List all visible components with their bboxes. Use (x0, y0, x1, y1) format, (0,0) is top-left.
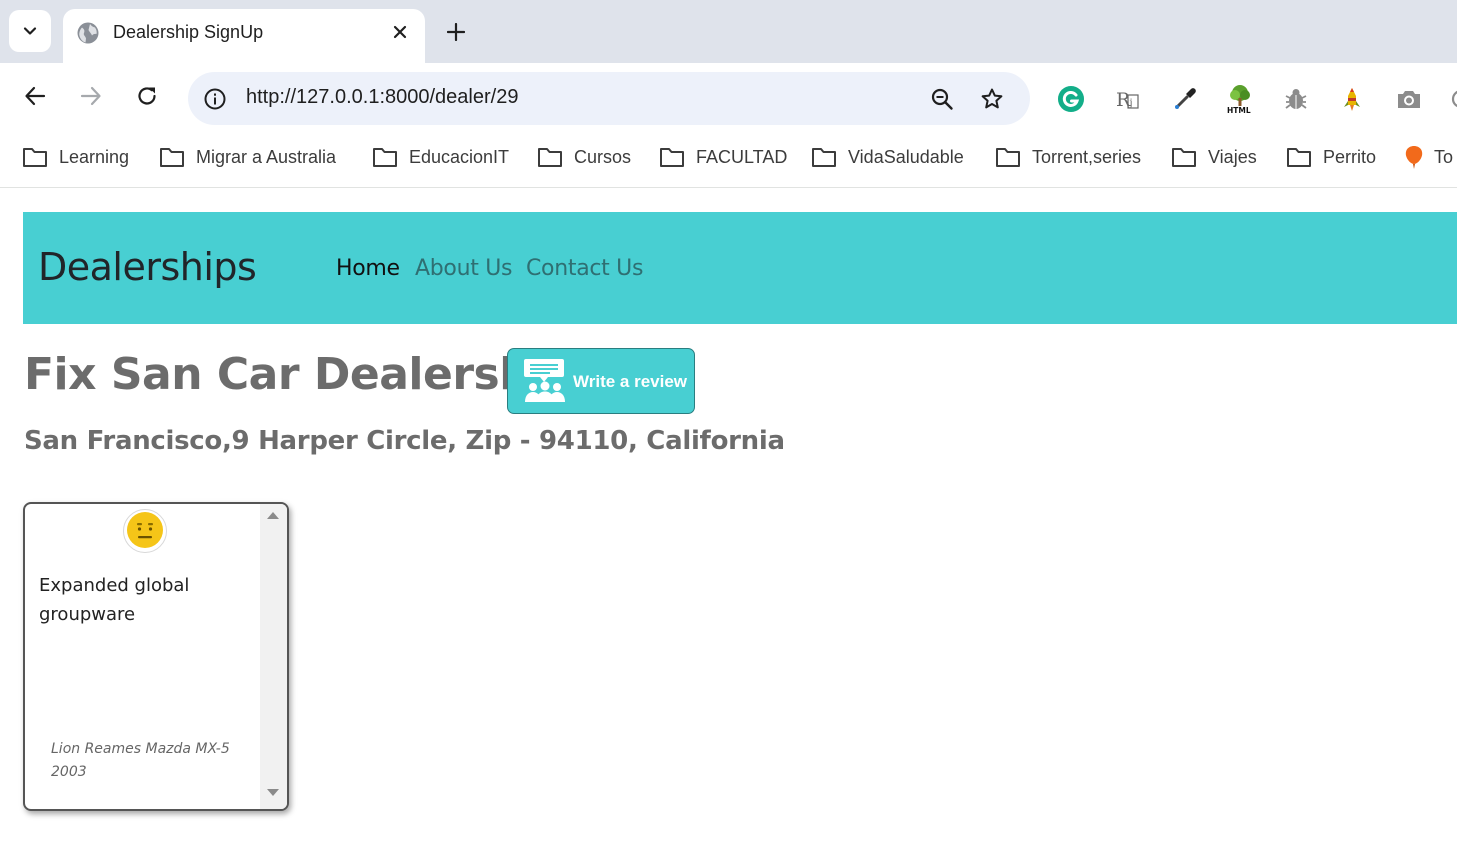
svg-text:j: j (1129, 98, 1133, 109)
bookmark-facultad[interactable]: FACULTAD (659, 143, 787, 171)
folder-icon (23, 148, 47, 167)
page-viewport: Dealerships Home About Us Contact Us Fix… (0, 189, 1457, 854)
close-icon (393, 25, 407, 39)
tab-strip: Dealership SignUp (0, 0, 1457, 63)
circle-icon (1451, 90, 1457, 108)
bookmark-label: Viajes (1208, 146, 1257, 167)
bookmark-viajes[interactable]: Viajes (1171, 143, 1257, 171)
review-text: Expanded global groupware (39, 575, 190, 625)
nav-link-contact-us[interactable]: Contact Us (526, 256, 643, 281)
extension-overflow[interactable] (1446, 84, 1457, 114)
bookmark-label: Learning (59, 146, 130, 167)
bookmark-label: Cursos (574, 146, 632, 167)
site-navbar: Dealerships Home About Us Contact Us (23, 212, 1457, 324)
camera-icon (1398, 91, 1420, 108)
review-people-icon (524, 359, 565, 402)
star-icon (981, 88, 1003, 109)
bookmark-vidasaludable[interactable]: VidaSaludable (811, 143, 964, 171)
back-arrow-icon (25, 86, 46, 106)
html-tree-icon: HTML (1227, 85, 1251, 114)
browser-toolbar: http://127.0.0.1:8000/dealer/29 Rj HTML (0, 63, 1457, 127)
write-review-label: Write a review (573, 372, 688, 391)
tab-search-button[interactable] (9, 10, 51, 52)
address-bar[interactable]: http://127.0.0.1:8000/dealer/29 (188, 72, 1030, 125)
write-review-button[interactable]: Write a review (507, 348, 695, 414)
info-icon (204, 88, 226, 110)
tab-title: Dealership SignUp (113, 22, 264, 42)
new-tab-button[interactable] (441, 17, 471, 47)
review-card: Expanded global groupware Lion Reames Ma… (23, 502, 289, 811)
chevron-down-icon (23, 27, 37, 35)
rocket-extension[interactable] (1337, 84, 1367, 114)
svg-text:HTML: HTML (1227, 106, 1251, 114)
navbar-brand[interactable]: Dealerships (38, 245, 257, 289)
bug-extension[interactable] (1281, 84, 1311, 114)
neutral-face-icon (123, 509, 167, 553)
review-author-car: Lion Reames Mazda MX-5 2003 (51, 741, 230, 780)
folder-icon (373, 148, 397, 167)
scroll-down-arrow-icon[interactable] (267, 789, 279, 796)
dealer-address: San Francisco,9 Harper Circle, Zip - 941… (24, 426, 785, 456)
reload-icon (138, 87, 156, 105)
eyedropper-icon (1175, 88, 1196, 109)
bookmark-label: Migrar a Australia (196, 146, 337, 167)
camera-extension[interactable] (1394, 84, 1424, 114)
eyedropper-extension[interactable] (1170, 84, 1200, 114)
html-extension[interactable]: HTML (1225, 84, 1255, 114)
bookmark-torrent-series[interactable]: Torrent,series (995, 143, 1141, 171)
bookmark-perrito[interactable]: Perrito (1286, 143, 1376, 171)
tab-close-button[interactable] (387, 19, 413, 45)
folder-icon (1172, 148, 1196, 167)
dealer-name: Fix San Car Dealership (24, 349, 576, 400)
bookmark-label: To (1434, 146, 1454, 167)
bookmark-learning[interactable]: Learning (22, 143, 129, 171)
folder-icon (996, 148, 1020, 167)
bookmark-migrar-a-australia[interactable]: Migrar a Australia (159, 143, 336, 171)
forward-button[interactable] (76, 81, 106, 111)
nav-link-about-us[interactable]: About Us (415, 256, 513, 281)
grammarly-icon (1058, 86, 1084, 112)
folder-icon (1287, 148, 1311, 167)
bookmark-cursos[interactable]: Cursos (537, 143, 631, 171)
scroll-up-arrow-icon[interactable] (267, 512, 279, 519)
site-info-button[interactable] (202, 86, 228, 112)
folder-icon (538, 148, 562, 167)
nav-link-home[interactable]: Home (336, 256, 400, 281)
zoom-out-icon (931, 88, 953, 110)
bookmark-label: Torrent,series (1032, 146, 1142, 167)
zoom-button[interactable] (928, 85, 956, 113)
bookmark-label: Perrito (1323, 146, 1377, 167)
review-scrollbar[interactable] (260, 504, 287, 809)
folder-icon (160, 148, 184, 167)
globe-icon (77, 22, 99, 44)
grammarly-extension[interactable] (1056, 84, 1086, 114)
bookmark-label: VidaSaludable (848, 146, 964, 167)
bookmark-educacionit[interactable]: EducacionIT (372, 143, 509, 171)
reload-button[interactable] (132, 81, 162, 111)
forward-arrow-icon (80, 86, 101, 106)
folder-icon (812, 148, 836, 167)
bookmark-to[interactable]: To (1402, 143, 1453, 171)
browser-tab[interactable]: Dealership SignUp (63, 9, 425, 63)
balloon-icon (1405, 146, 1423, 169)
bookmark-star-button[interactable] (978, 85, 1006, 113)
bookmark-label: EducacionIT (409, 146, 510, 167)
bookmark-label: FACULTAD (696, 146, 788, 167)
url-text: http://127.0.0.1:8000/dealer/29 (246, 86, 519, 108)
folder-icon (660, 148, 684, 167)
back-button[interactable] (20, 81, 50, 111)
plus-icon (447, 23, 465, 41)
rx-extension[interactable]: Rj (1112, 84, 1142, 114)
bug-icon (1285, 89, 1307, 109)
rx-icon: Rj (1115, 88, 1139, 111)
bookmarks-bar: Learning Migrar a Australia EducacionIT … (0, 127, 1457, 188)
rocket-icon (1344, 88, 1360, 111)
